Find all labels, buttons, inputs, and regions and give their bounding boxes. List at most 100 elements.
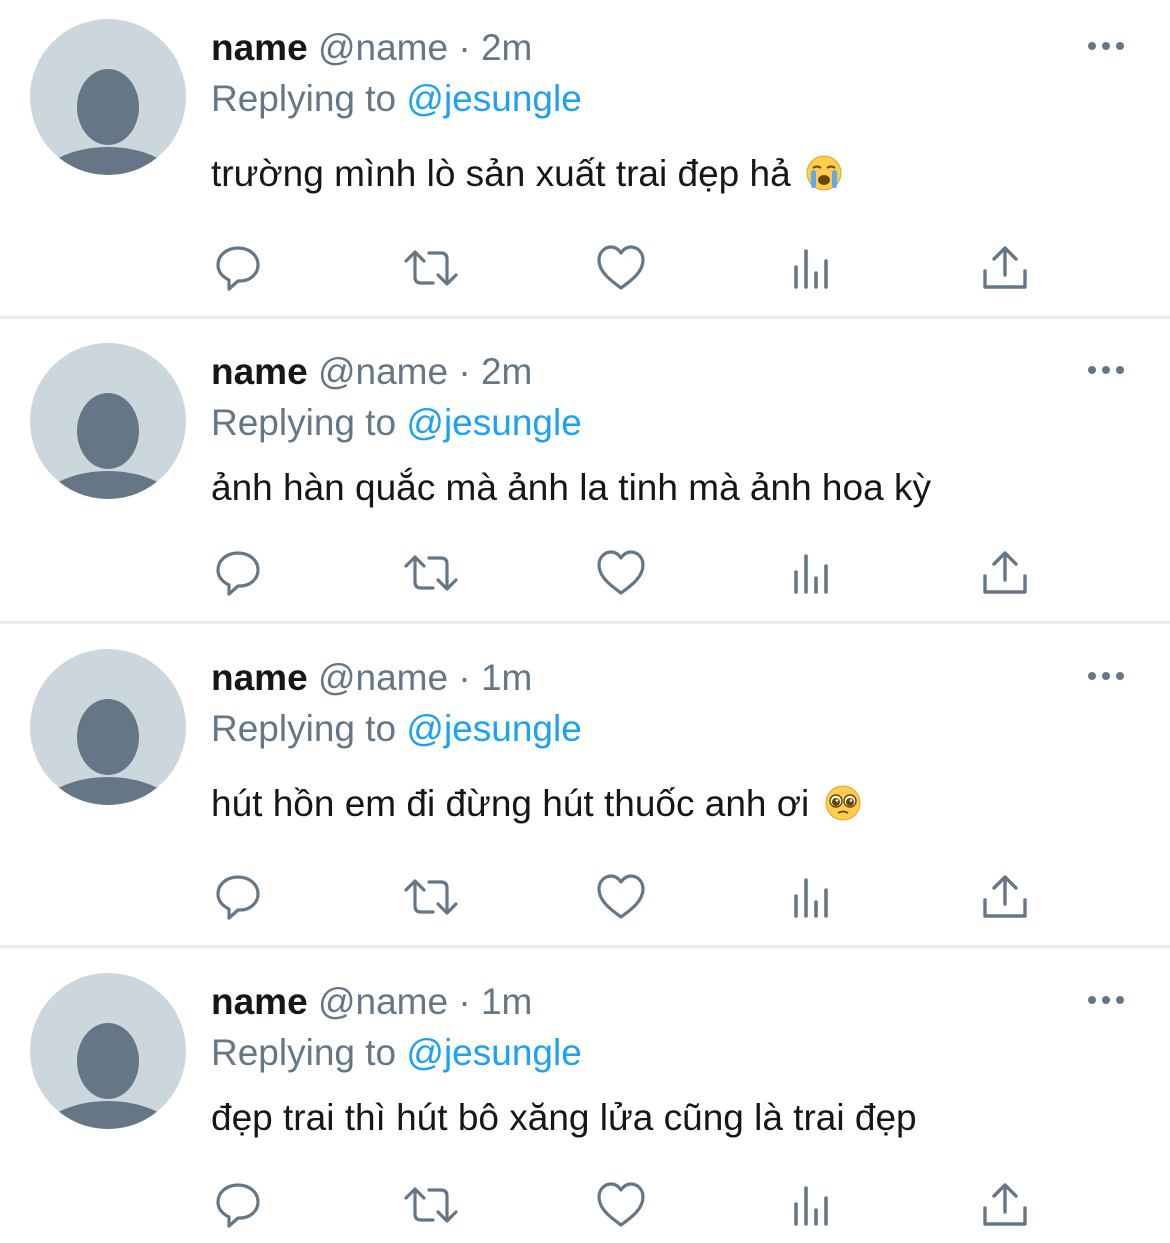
avatar[interactable] xyxy=(30,649,186,805)
share-icon xyxy=(983,246,1027,289)
reply-button[interactable] xyxy=(213,1180,263,1230)
tweet[interactable]: name @name · 2m Replying to @jesungle tr… xyxy=(0,0,1170,316)
avatar[interactable] xyxy=(30,973,186,1129)
analytics-icon xyxy=(794,1186,828,1226)
reply-icon xyxy=(216,246,260,291)
analytics-icon xyxy=(794,554,828,594)
more-options-icon[interactable] xyxy=(1086,364,1126,376)
tweet[interactable]: name @name · 2m Replying to @jesungle ản… xyxy=(0,319,1170,621)
tweet-text: ảnh hàn quắc mà ảnh la tinh mà ảnh hoa k… xyxy=(211,466,931,510)
analytics-button[interactable] xyxy=(788,548,838,598)
share-icon xyxy=(983,1183,1027,1226)
tweet-text: đẹp trai thì hút bô xăng lửa cũng là tra… xyxy=(211,1096,917,1140)
share-icon xyxy=(983,875,1027,918)
separator: · xyxy=(458,981,471,1022)
share-button[interactable] xyxy=(980,1180,1030,1230)
replying-label: Replying to xyxy=(211,402,397,443)
separator: · xyxy=(458,657,471,698)
reply-icon xyxy=(216,875,260,920)
like-icon xyxy=(597,874,645,919)
tweet-header: name @name · 2m xyxy=(211,26,532,70)
share-button[interactable] xyxy=(980,548,1030,598)
display-name[interactable]: name xyxy=(211,351,308,392)
tweet[interactable]: name @name · 1m Replying to @jesungle đẹ… xyxy=(0,948,1170,1243)
loudly-crying-face-icon xyxy=(806,155,842,191)
more-options-icon[interactable] xyxy=(1086,994,1126,1006)
like-button[interactable] xyxy=(596,1180,646,1230)
timestamp[interactable]: 1m xyxy=(481,657,532,698)
like-icon xyxy=(597,550,645,595)
tweet-actions xyxy=(0,548,1170,598)
timestamp[interactable]: 2m xyxy=(481,27,532,68)
more-options-icon[interactable] xyxy=(1086,670,1126,682)
tweet-text: trường mình lò sản xuất trai đẹp hả xyxy=(211,152,843,196)
replying-handle-link[interactable]: @jesungle xyxy=(406,708,581,749)
tweet-text-content: trường mình lò sản xuất trai đẹp hả xyxy=(211,153,791,194)
replying-to: Replying to @jesungle xyxy=(211,1031,582,1075)
replying-label: Replying to xyxy=(211,1032,397,1073)
share-icon xyxy=(983,551,1027,594)
display-name[interactable]: name xyxy=(211,27,308,68)
tweet-header: name @name · 1m xyxy=(211,656,532,700)
replying-handle-link[interactable]: @jesungle xyxy=(406,78,581,119)
tweet-actions xyxy=(0,1180,1170,1230)
retweet-button[interactable] xyxy=(403,872,459,922)
like-button[interactable] xyxy=(596,243,646,293)
replying-handle-link[interactable]: @jesungle xyxy=(406,1032,581,1073)
separator: · xyxy=(458,351,471,392)
retweet-button[interactable] xyxy=(403,1180,459,1230)
retweet-icon xyxy=(404,1187,458,1223)
default-avatar-icon xyxy=(37,699,179,805)
default-avatar-icon xyxy=(37,69,179,175)
avatar[interactable] xyxy=(30,19,186,175)
replying-to: Replying to @jesungle xyxy=(211,401,582,445)
retweet-button[interactable] xyxy=(403,243,459,293)
default-avatar-icon xyxy=(37,1023,179,1129)
tweet-actions xyxy=(0,872,1170,922)
analytics-button[interactable] xyxy=(788,243,838,293)
user-handle[interactable]: @name xyxy=(318,27,448,68)
reply-button[interactable] xyxy=(213,243,263,293)
like-button[interactable] xyxy=(596,548,646,598)
retweet-icon xyxy=(404,879,458,915)
analytics-icon xyxy=(794,878,828,918)
timestamp[interactable]: 1m xyxy=(481,981,532,1022)
timestamp[interactable]: 2m xyxy=(481,351,532,392)
default-avatar-icon xyxy=(37,393,179,499)
tweet[interactable]: name @name · 1m Replying to @jesungle hú… xyxy=(0,624,1170,945)
avatar[interactable] xyxy=(30,343,186,499)
tweet-text-content: đẹp trai thì hút bô xăng lửa cũng là tra… xyxy=(211,1097,917,1138)
retweet-icon xyxy=(404,250,458,286)
more-options-icon[interactable] xyxy=(1086,40,1126,52)
replying-handle-link[interactable]: @jesungle xyxy=(406,402,581,443)
tweet-header: name @name · 1m xyxy=(211,980,532,1024)
like-icon xyxy=(597,245,645,290)
reply-icon xyxy=(216,1183,260,1228)
pleading-face-icon xyxy=(825,785,861,821)
reply-icon xyxy=(216,551,260,596)
like-icon xyxy=(597,1182,645,1227)
replying-to: Replying to @jesungle xyxy=(211,707,582,751)
display-name[interactable]: name xyxy=(211,981,308,1022)
reply-button[interactable] xyxy=(213,548,263,598)
user-handle[interactable]: @name xyxy=(318,351,448,392)
reply-button[interactable] xyxy=(213,872,263,922)
like-button[interactable] xyxy=(596,872,646,922)
analytics-button[interactable] xyxy=(788,1180,838,1230)
share-button[interactable] xyxy=(980,872,1030,922)
tweet-actions xyxy=(0,243,1170,293)
analytics-button[interactable] xyxy=(788,872,838,922)
share-button[interactable] xyxy=(980,243,1030,293)
retweet-icon xyxy=(404,555,458,591)
separator: · xyxy=(458,27,471,68)
replying-label: Replying to xyxy=(211,708,397,749)
tweet-text-content: ảnh hàn quắc mà ảnh la tinh mà ảnh hoa k… xyxy=(211,467,931,508)
user-handle[interactable]: @name xyxy=(318,657,448,698)
tweet-text-content: hút hồn em đi đừng hút thuốc anh ơi xyxy=(211,783,810,824)
user-handle[interactable]: @name xyxy=(318,981,448,1022)
analytics-icon xyxy=(794,249,828,289)
replying-label: Replying to xyxy=(211,78,397,119)
tweet-text: hút hồn em đi đừng hút thuốc anh ơi xyxy=(211,782,862,826)
retweet-button[interactable] xyxy=(403,548,459,598)
display-name[interactable]: name xyxy=(211,657,308,698)
